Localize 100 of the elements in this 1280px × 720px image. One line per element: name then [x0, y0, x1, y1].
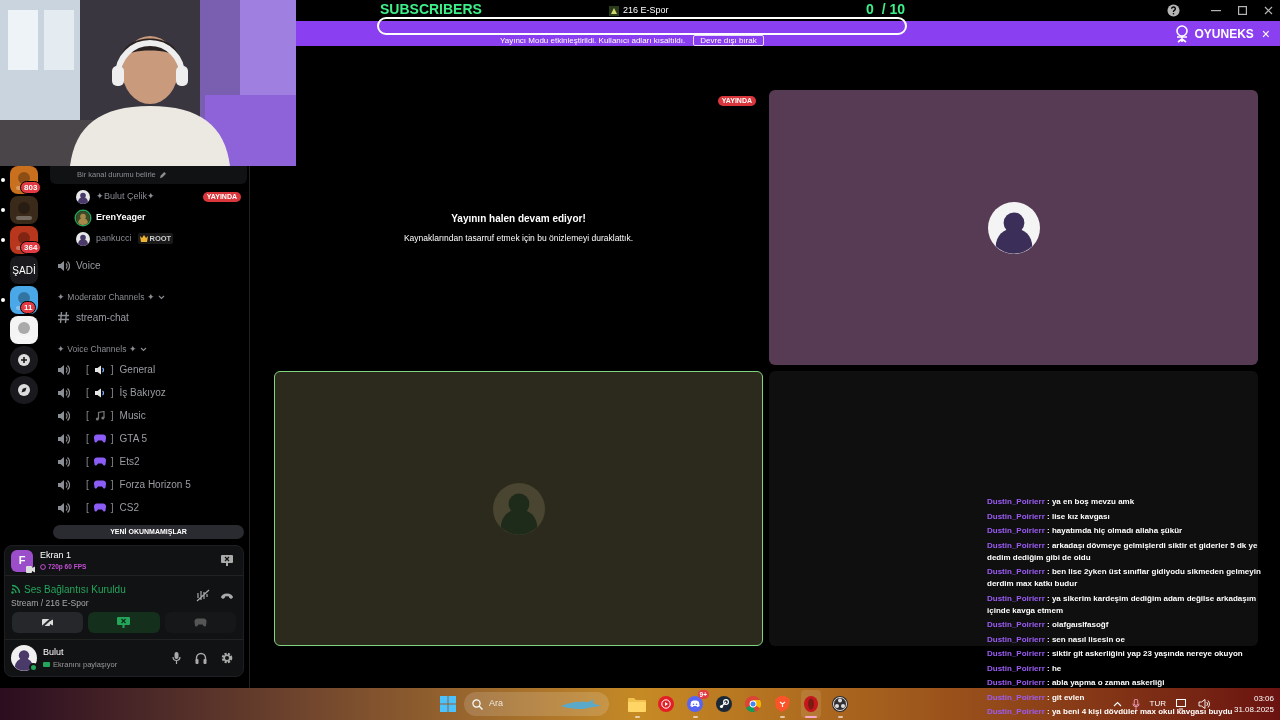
chat-message: Dustin_Poirierr : abla yapma o zaman askerliği	[987, 677, 1165, 689]
bracket-text: ]	[110, 478, 114, 492]
chat-message: Dustin_Poirierr : git evlen	[987, 691, 1085, 704]
bracket-text: [	[86, 478, 89, 492]
category-header[interactable]: ✦ Moderator Channels ✦	[57, 290, 155, 304]
gamepad-icon	[193, 618, 207, 627]
chat-message: Dustin_Poirierr : arkadaşı dövmeye gelmişlerdi siktir et giderler 5 dk ye dedim dediğim gibi de oldu	[987, 539, 1259, 564]
member-name[interactable]: ✦Bulut Çelik✦	[96, 189, 156, 204]
chat-message: Dustin_Poirierr : he	[987, 662, 1062, 675]
music-player-icon[interactable]	[658, 696, 674, 712]
unread-badge: 364	[20, 241, 42, 254]
camera-off-icon	[41, 617, 55, 628]
minimize-icon[interactable]	[1211, 9, 1221, 12]
obs-icon[interactable]	[832, 696, 848, 712]
server-icon[interactable]	[10, 316, 38, 344]
channel-name[interactable]: Voice	[76, 258, 101, 273]
stream-title: Ekran 1	[40, 548, 73, 562]
speaker-icon	[57, 409, 70, 422]
username[interactable]: Bulut	[43, 645, 118, 660]
chrome-icon[interactable]	[745, 696, 761, 712]
member-name[interactable]: ErenYeager	[96, 210, 146, 225]
banner-message: Yayıncı Modu etkinleştirildi. Kullanıcı adları kısaltıldı.	[500, 35, 686, 46]
volume-icon[interactable]	[1197, 699, 1210, 709]
channel-name[interactable]: Music	[119, 408, 146, 423]
channel-name[interactable]: stream-chat	[76, 310, 129, 325]
channel-name[interactable]: Forza Horizon 5	[119, 477, 191, 492]
activity-button[interactable]	[164, 612, 236, 633]
pencil-icon[interactable]	[158, 171, 166, 179]
speaker-icon	[93, 364, 106, 375]
crown-icon	[139, 235, 148, 242]
speaker-icon	[57, 363, 70, 376]
user-avatar	[76, 231, 90, 246]
help-icon[interactable]	[1167, 4, 1180, 17]
video-tile[interactable]	[769, 90, 1258, 365]
close-button[interactable]: ×	[1261, 26, 1270, 41]
clock[interactable]: 03:06 31.08.2025	[1233, 693, 1274, 715]
subscribers-label: SUBSCRIBERS	[380, 0, 482, 19]
screen-button[interactable]	[88, 612, 160, 633]
member-name[interactable]: pankucci	[96, 231, 132, 246]
speaker-icon	[57, 259, 70, 272]
disable-button[interactable]: Devre dışı bırak	[693, 35, 764, 46]
screen-icon	[43, 661, 50, 668]
gamepad-icon	[93, 480, 106, 489]
microphone-icon[interactable]	[1131, 698, 1140, 710]
microphone-icon[interactable]	[172, 652, 181, 664]
channel-name[interactable]: CS2	[119, 500, 139, 515]
close-icon[interactable]	[1263, 6, 1273, 15]
channel-name[interactable]: GTA 5	[119, 431, 148, 446]
bracket-text: [	[86, 455, 89, 469]
speaker-icon	[57, 432, 70, 445]
chevron-icon[interactable]	[139, 346, 147, 352]
chat-message: Dustin_Poirierr : lise kız kavgası	[987, 510, 1110, 523]
chevron-icon[interactable]	[157, 294, 165, 300]
compass-icon[interactable]	[10, 376, 38, 404]
bracket-text: ]	[110, 386, 114, 400]
bracket-text: ]	[110, 363, 114, 377]
speaker-icon	[57, 386, 70, 399]
chat-message: Dustin_Poirierr : ya sikerim kardeşim dediğim adam değilse arkadaşım içinde kavga etmem	[987, 592, 1257, 617]
noise-suppression-icon[interactable]	[196, 589, 210, 602]
chevron-up-icon[interactable]	[1112, 701, 1122, 707]
signal-icon	[11, 584, 21, 595]
stop-stream-icon[interactable]	[221, 555, 233, 566]
settings-icon[interactable]	[221, 652, 233, 664]
channel-name[interactable]: General	[119, 362, 156, 377]
hash-icon	[57, 311, 70, 324]
camera-icon	[26, 565, 35, 573]
opera-icon[interactable]	[803, 696, 819, 712]
video-tile[interactable]	[274, 371, 763, 646]
gamepad-icon	[93, 503, 106, 512]
chat-message: Dustin_Poirierr : ben lise 2yken üst sınıflar gidiyodu sikmeden gelmeyin derdim max katkı budur	[987, 566, 1262, 590]
category-header[interactable]: ✦ Voice Channels ✦	[57, 342, 137, 356]
channel-name[interactable]: Ets2	[119, 454, 140, 469]
speaker-icon	[57, 455, 70, 468]
chat-message: Dustin_Poirierr : hayatımda hiç olmadı allaha şükür	[987, 525, 1183, 537]
network-icon[interactable]	[1175, 698, 1188, 710]
brand-logo: OYUNEKS	[1194, 25, 1254, 43]
game-icon	[609, 5, 619, 16]
user-avatar	[76, 210, 90, 225]
start-icon[interactable]	[440, 696, 456, 712]
headphones-icon[interactable]	[195, 652, 207, 664]
camera-button[interactable]	[12, 612, 84, 633]
hang-up-icon[interactable]	[221, 592, 233, 599]
speaker-icon	[93, 387, 106, 398]
unread-badge: 803	[20, 181, 42, 194]
user-avatar	[76, 189, 90, 204]
bracket-text: [	[86, 409, 89, 423]
steam-icon[interactable]	[716, 696, 732, 712]
voice-channel-path[interactable]: Stream / 216 E-Spor	[11, 596, 126, 610]
chat-app-icon[interactable]	[687, 696, 703, 712]
maximize-icon[interactable]	[1237, 6, 1247, 15]
chat-message: Dustin_Poirierr : sen nasıl lisesin oe	[987, 633, 1125, 646]
server-icon[interactable]: ŞADİ	[10, 256, 38, 284]
user-avatar	[11, 645, 37, 671]
bracket-text: [	[86, 501, 89, 515]
bracket-text: ]	[110, 501, 114, 515]
bracket-text: [	[86, 386, 89, 400]
add-server-icon[interactable]	[10, 346, 38, 374]
stream-avatar: F	[11, 549, 33, 572]
search-icon	[472, 698, 483, 710]
channel-name[interactable]: İş Bakıyoz	[119, 385, 166, 400]
